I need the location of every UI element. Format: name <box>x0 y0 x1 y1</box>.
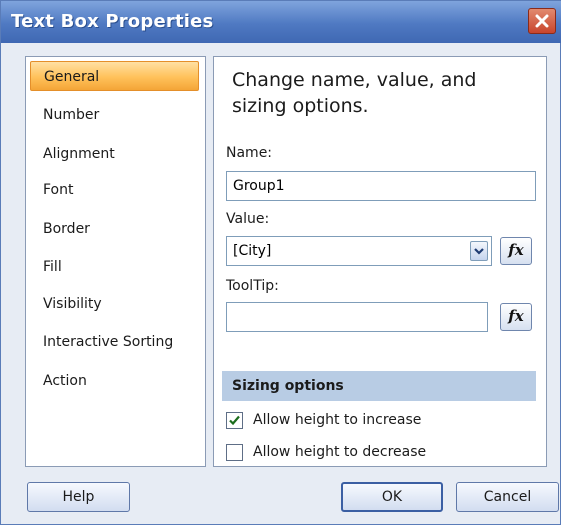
general-settings-panel: Change name, value, and sizing options. … <box>213 56 547 467</box>
sidebar-item-label: Visibility <box>43 296 102 312</box>
sidebar-item-visibility[interactable]: Visibility <box>30 289 199 319</box>
help-button[interactable]: Help <box>27 482 130 512</box>
tooltip-field[interactable] <box>226 302 488 332</box>
sidebar-item-label: General <box>44 69 100 85</box>
sidebar-item-label: Interactive Sorting <box>43 334 174 350</box>
sizing-options-header: Sizing options <box>222 371 536 401</box>
sidebar-item-label: Alignment <box>43 146 115 162</box>
sidebar-item-border[interactable]: Border <box>30 214 199 244</box>
sidebar-item-fill[interactable]: Fill <box>30 252 199 282</box>
sidebar-item-action[interactable]: Action <box>30 366 199 396</box>
value-label: Value: <box>226 211 270 227</box>
fx-icon: fx <box>508 307 524 325</box>
dropdown-arrow-button[interactable] <box>470 241 488 261</box>
sidebar-item-alignment[interactable]: Alignment <box>30 139 199 169</box>
value-expression-button[interactable]: fx <box>500 237 532 265</box>
close-button[interactable] <box>528 8 556 34</box>
ok-button[interactable]: OK <box>341 482 443 512</box>
window-title: Text Box Properties <box>11 11 214 32</box>
allow-height-decrease-label: Allow height to decrease <box>253 444 427 460</box>
sidebar-item-interactive-sorting[interactable]: Interactive Sorting <box>30 327 199 357</box>
sidebar-item-label: Action <box>43 373 87 389</box>
sidebar-item-number[interactable]: Number <box>30 100 199 130</box>
value-selected-text: [City] <box>233 243 272 259</box>
allow-height-increase-checkbox[interactable] <box>226 412 243 429</box>
sidebar-item-label: Number <box>43 107 100 123</box>
tooltip-expression-button[interactable]: fx <box>500 303 532 331</box>
allow-height-decrease-checkbox[interactable] <box>226 444 243 461</box>
name-field[interactable]: Group1 <box>226 171 536 201</box>
sidebar-item-label: Font <box>43 182 74 198</box>
sidebar-item-label: Fill <box>43 259 62 275</box>
tooltip-label: ToolTip: <box>226 278 279 294</box>
chevron-down-icon <box>474 248 484 255</box>
checkmark-icon <box>229 415 240 426</box>
cancel-button[interactable]: Cancel <box>456 482 559 512</box>
sidebar-item-general[interactable]: General <box>30 61 199 91</box>
fx-icon: fx <box>508 241 524 259</box>
name-label: Name: <box>226 145 273 161</box>
value-dropdown[interactable]: [City] <box>226 236 492 266</box>
sidebar-item-label: Border <box>43 221 90 237</box>
text-box-properties-dialog: Text Box Properties General Number Align… <box>0 0 561 525</box>
page-title: Change name, value, and sizing options. <box>232 69 477 117</box>
close-icon <box>535 14 549 28</box>
title-bar[interactable]: Text Box Properties <box>1 1 561 43</box>
category-list: General Number Alignment Font Border Fil… <box>25 56 206 467</box>
allow-height-increase-label: Allow height to increase <box>253 412 422 428</box>
sidebar-item-font[interactable]: Font <box>30 175 199 205</box>
